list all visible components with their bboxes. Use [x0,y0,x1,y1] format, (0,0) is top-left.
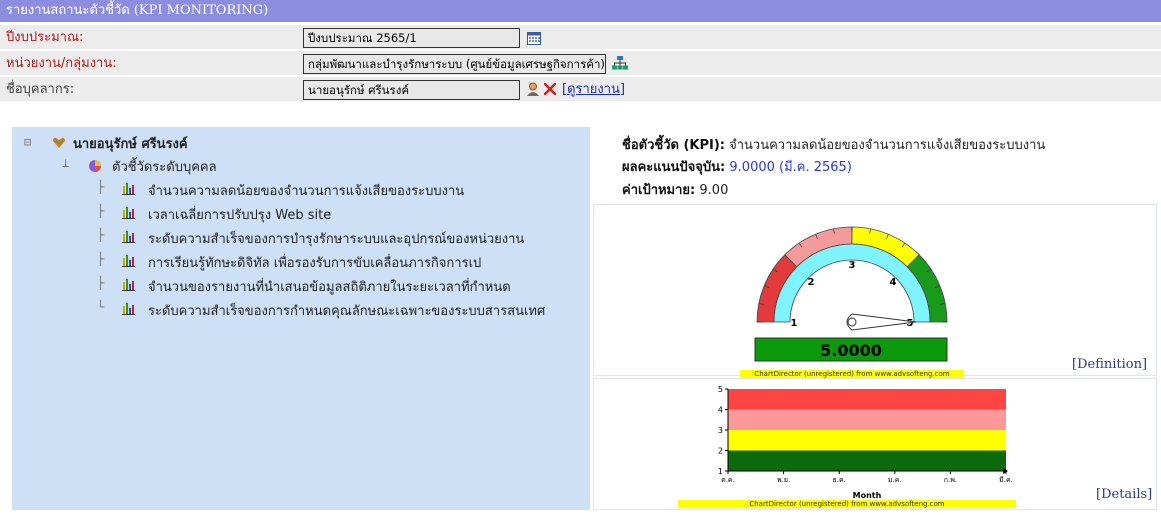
y-tick-label: 4 [718,406,723,415]
x-tick-label: มี.ค. [999,476,1013,484]
gauge-chart: 123455.0000 [754,226,948,362]
kpi-target-value: 9.00 [699,183,729,198]
tree-item-label: จำนวนความลดน้อยของจำนวนการแจ้งเสียของระบ… [148,184,465,199]
gauge-tick-label: 2 [808,277,815,288]
calendar-icon[interactable] [527,31,541,45]
bar-chart-icon [122,303,135,315]
person-group-icon [53,137,65,148]
kpi-score-value: 9.0000 (มี.ค. 2565) [729,160,852,175]
tree-item-label: ระดับความสำเร็จของการกำหนดคุณลักษณะเฉพาะ… [148,304,546,319]
person-field[interactable]: นายอนุรักษ์ ศรีนรงค์ [303,80,520,100]
org-chart-icon[interactable] [612,56,628,71]
band-4-5 [728,389,1006,410]
x-tick-label: ก.พ. [944,476,957,484]
person-row: ชื่อบุคลากร: นายอนุรักษ์ ศรีนรงค์ [ดูราย… [0,77,1161,102]
unit-label: หน่วยงาน/กลุ่มงาน: [6,56,117,71]
gauge-value-text: 5.0000 [820,341,882,360]
x-tick-label: พ.ย. [777,476,790,484]
gauge-tick-label: 1 [791,318,798,329]
y-tick-label: 1 [718,467,723,476]
kpi-tree-panel: ⊟ นายอนุรักษ์ ศรีนรงค์ ⊥ ตัวชี้วัดระดับบ… [12,127,590,510]
details-link[interactable]: [Details] [1096,487,1152,502]
definition-link[interactable]: [Definition] [1072,357,1147,372]
tree-item-label: ระดับความสำเร็จของการบำรุงรักษาระบบและอุ… [148,232,525,247]
bar-chart-icon [122,231,135,243]
tree-root-label[interactable]: นายอนุรักษ์ ศรีนรงค์ [73,133,188,154]
bar-chart-icon [122,183,135,195]
y-tick-label: 3 [718,426,723,435]
y-tick-label: 2 [718,447,723,456]
trend-chart: 1 2 3 4 5 ต.ค. พ.ย. ธ.ค. ม.ค. ก.พ. มี.ค. Month [718,385,1013,500]
clear-icon[interactable] [544,83,556,95]
x-axis-label: Month [853,491,882,500]
fiscal-year-field[interactable]: ปีงบประมาณ 2565/1 [303,28,520,48]
kpi-target-line: ค่าเป้าหมาย: 9.00 [622,179,728,200]
kpi-name-value: จำนวนความลดน้อยของจำนวนการแจ้งเสียของระบ… [729,138,1046,153]
kpi-target-label: ค่าเป้าหมาย: [622,183,696,198]
tree-item-label: เวลาเฉลี่ยการปรับปรุง Web site [148,208,332,223]
x-tick-label: ธ.ค. [832,476,845,484]
gauge-watermark: ChartDirector (unregistered) from www.ad… [740,370,964,378]
tree-connector: └ [97,300,105,314]
band-3-4 [728,409,1006,430]
x-tick-label: ม.ค. [888,476,902,484]
tree-item-label: การเรียนรู้ทักษะดิจิทัล เพื่อรองรับการขั… [148,256,482,271]
trend-watermark: ChartDirector (unregistered) from www.ad… [678,500,1016,508]
tree-connector: ⊥ [62,156,70,170]
collapse-toggle[interactable]: ⊟ [24,135,31,149]
unit-field[interactable]: กลุ่มพัฒนาและบำรุงรักษาระบบ (ศูนย์ข้อมูล… [303,54,606,74]
bar-chart-icon [122,255,135,267]
gauge-pivot [847,317,857,327]
bar-chart-icon [122,279,135,291]
kpi-score-line: ผลคะแนนปัจจุบัน: 9.0000 (มี.ค. 2565) [622,156,852,177]
pie-chart-icon [89,160,101,172]
page-title: รายงานสถานะตัวชี้วัด (KPI MONITORING) [0,0,1161,22]
kpi-name-label: ชื่อตัวชี้วัด (KPI): [622,138,725,153]
tree-group-label[interactable]: ตัวชี้วัดระดับบุคคล [112,156,217,177]
kpi-name-line: ชื่อตัวชี้วัด (KPI): จำนวนความลดน้อยของจ… [622,134,1045,155]
unit-row: หน่วยงาน/กลุ่มงาน: กลุ่มพัฒนาและบำรุงรัก… [0,51,1161,76]
fiscal-year-label: ปีงบประมาณ: [6,30,84,45]
user-search-icon[interactable] [527,82,541,97]
bar-chart-icon [122,207,135,219]
tree-item-label: จำนวนของรายงานที่นำเสนอข้อมูลสถิติภายในร… [148,280,511,295]
tree-connector: ├ [97,276,105,290]
y-tick-label: 5 [718,385,723,394]
band-1-2 [728,450,1006,471]
gauge-tick-label: 4 [890,277,897,288]
tree-connector: ├ [97,204,105,218]
tree-connector: ├ [97,228,105,242]
x-tick-label: ต.ค. [721,476,735,484]
person-label: ชื่อบุคลากร: [6,82,75,97]
kpi-score-label: ผลคะแนนปัจจุบัน: [622,160,726,175]
tree-connector: ├ [97,180,105,194]
gauge-panel: 1 2 3 4 5 5.0000 ChartDirector (unregistered)… [593,204,1157,378]
gauge-tick-label: 3 [849,260,856,271]
fiscal-year-row: ปีงบประมาณ: ปีงบประมาณ 2565/1 [0,25,1161,50]
view-report-link[interactable]: [ดูรายงาน] [562,77,625,102]
band-2-3 [728,430,1006,451]
tree-connector: ├ [97,252,105,266]
trend-chart-panel: 1 2 3 4 5 ต.ค. พ.ย. ธ.ค. ม.ค. ก.พ. มี.ค. Month Char… [593,378,1157,510]
